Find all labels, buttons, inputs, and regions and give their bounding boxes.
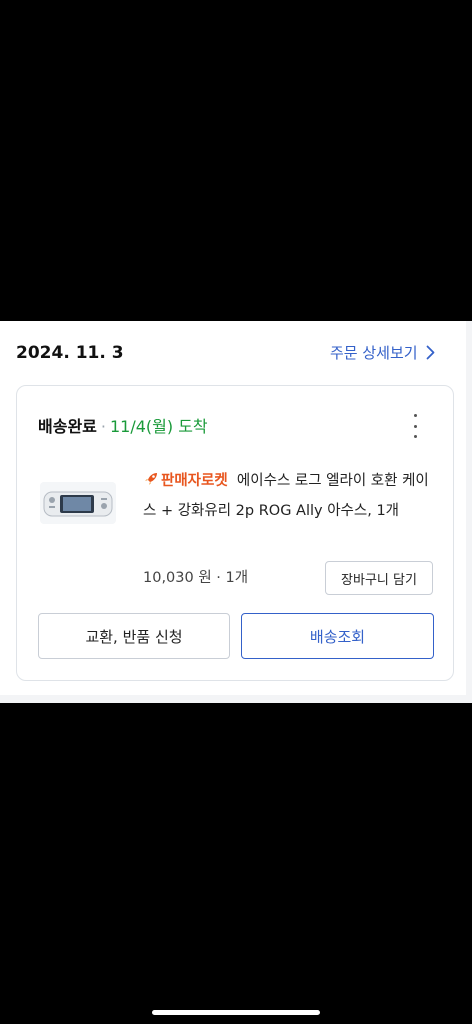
home-indicator[interactable] [152,1010,320,1015]
rocket-badge-label: 판매자로켓 [161,473,228,489]
delivery-status: 배송완료 · 11/4(월) 도착 [38,413,208,437]
chevron-right-icon [426,345,434,360]
order-detail-label: 주문 상세보기 [330,344,418,362]
exchange-return-button[interactable]: 교환, 반품 신청 [38,613,230,659]
status-separator: · [100,417,106,436]
delivery-status-label: 배송완료 [38,417,97,436]
order-date: 2024. 11. 3 [16,343,124,363]
rocket-badge: 판매자로켓 [143,473,228,489]
more-vertical-icon[interactable] [405,414,425,438]
order-detail-link[interactable]: 주문 상세보기 [330,342,435,363]
price-quantity: 10,030 원 · 1개 [143,570,249,586]
arrival-date: 11/4(월) 도착 [109,417,208,436]
rocket-icon [145,473,157,485]
track-delivery-button[interactable]: 배송조회 [241,613,434,659]
add-to-cart-button[interactable]: 장바구니 담기 [325,561,433,595]
product-thumbnail[interactable] [38,478,118,528]
product-title[interactable]: 판매자로켓 에이수스 로그 엘라이 호환 케이스 + 강화유리 2p ROG A… [143,466,435,526]
